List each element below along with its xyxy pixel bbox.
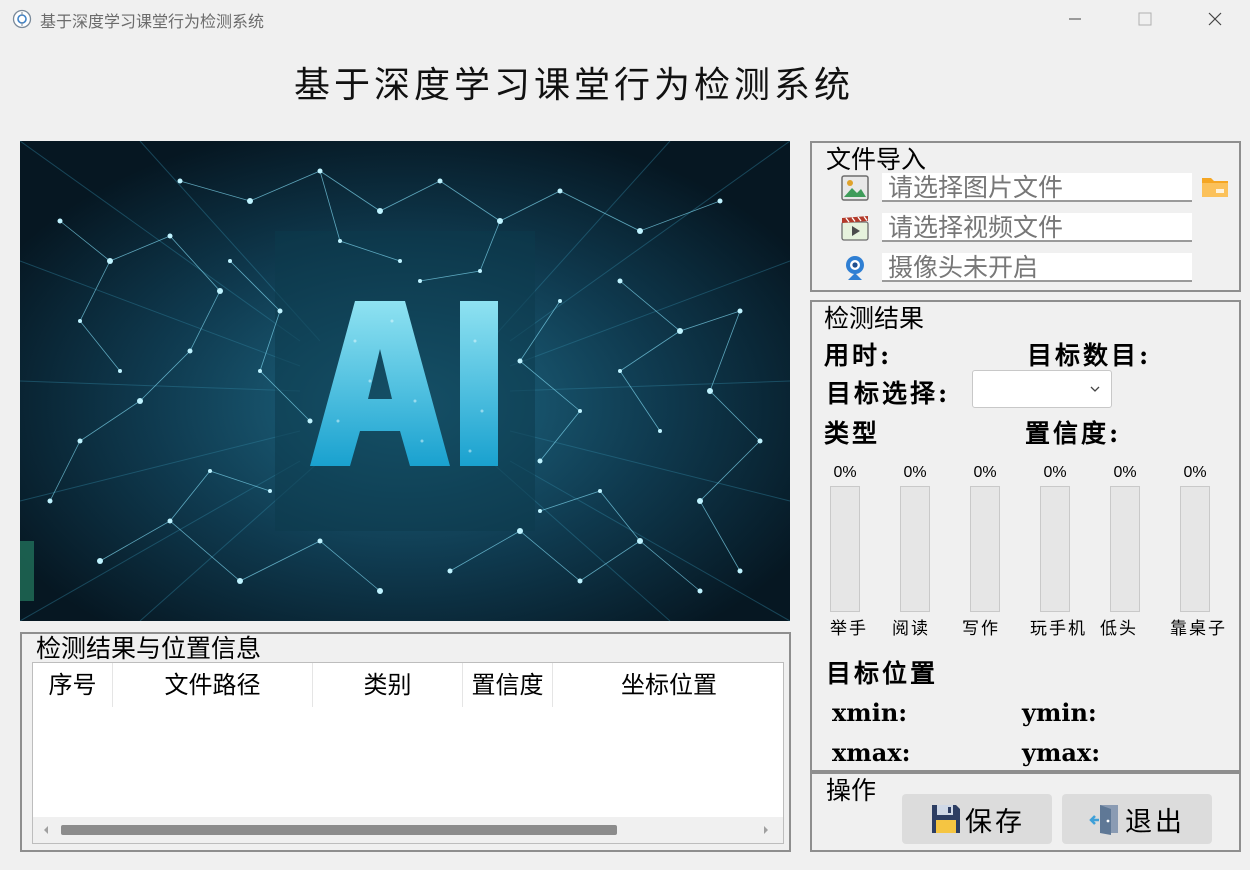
column-header-file-path[interactable]: 文件路径 xyxy=(113,663,313,707)
chevron-down-icon xyxy=(1090,386,1100,392)
column-header-confidence[interactable]: 置信度 xyxy=(463,663,553,707)
column-header-class[interactable]: 类别 xyxy=(313,663,463,707)
maximize-icon xyxy=(1138,12,1152,26)
type-label: 类型 xyxy=(824,419,881,448)
webcam-icon[interactable] xyxy=(840,253,870,283)
open-folder-button[interactable] xyxy=(1200,171,1230,201)
ymax-label: ymax: xyxy=(1022,738,1101,767)
display-image xyxy=(20,141,790,621)
camera-status-field[interactable]: 摄像头未开启 xyxy=(882,253,1192,282)
save-icon xyxy=(932,805,960,833)
bar-percent: 0% xyxy=(833,464,857,481)
file-import-title: 文件导入 xyxy=(822,145,931,175)
camera-row xyxy=(840,253,870,283)
progress-track xyxy=(1110,486,1140,612)
detection-result-title: 检测结果 xyxy=(820,304,929,334)
progress-track xyxy=(830,486,860,612)
column-header-index[interactable]: 序号 xyxy=(33,663,113,707)
bar-percent: 0% xyxy=(903,464,927,481)
operations-group: 操作 保存 退出 xyxy=(810,772,1241,852)
folder-icon xyxy=(1202,178,1228,197)
results-table-group: 检测结果与位置信息 序号 文件路径 类别 置信度 坐标位置 xyxy=(20,632,791,852)
operations-title: 操作 xyxy=(822,776,881,806)
bar-percent: 0% xyxy=(1183,464,1207,481)
bar-label: 低头 xyxy=(1100,619,1138,639)
save-button[interactable]: 保存 xyxy=(902,794,1052,844)
bar-label: 写作 xyxy=(962,619,1000,639)
table-header: 序号 文件路径 类别 置信度 坐标位置 xyxy=(33,663,783,707)
bar-label: 举手 xyxy=(830,619,868,639)
bar-label: 阅读 xyxy=(892,619,930,639)
image-file-input[interactable]: 请选择图片文件 xyxy=(882,173,1192,202)
exit-door-icon xyxy=(1089,805,1118,835)
confidence-bars: 0% 举手 0% 阅读 0% 写作 0% 玩手机 0% 低头 0% 靠桌子 xyxy=(812,464,1243,640)
target-count-label: 目标数目: xyxy=(1027,341,1152,370)
bar-label: 靠桌子 xyxy=(1170,619,1227,639)
save-button-label: 保存 xyxy=(965,806,1025,838)
app-logo-icon xyxy=(12,9,32,29)
bar-percent: 0% xyxy=(973,464,997,481)
progress-track xyxy=(1180,486,1210,612)
column-header-coordinates[interactable]: 坐标位置 xyxy=(553,663,783,707)
maximize-button[interactable] xyxy=(1110,0,1180,38)
bar-label: 玩手机 xyxy=(1030,619,1087,639)
ymin-label: ymin: xyxy=(1022,698,1097,727)
video-file-row xyxy=(840,213,870,243)
results-table-title: 检测结果与位置信息 xyxy=(32,634,266,664)
close-icon xyxy=(1208,12,1222,26)
scrollbar-thumb[interactable] xyxy=(61,825,617,835)
progress-track xyxy=(1040,486,1070,612)
time-label: 用时: xyxy=(824,341,893,370)
xmax-label: xmax: xyxy=(832,738,911,767)
xmin-label: xmin: xyxy=(832,698,908,727)
exit-button[interactable]: 退出 xyxy=(1062,794,1212,844)
progress-track xyxy=(970,486,1000,612)
confidence-label: 置信度: xyxy=(1025,419,1122,448)
minimize-icon xyxy=(1069,18,1081,20)
image-file-row xyxy=(840,173,870,203)
window-title: 基于深度学习课堂行为检测系统 xyxy=(40,12,265,31)
ai-network-illustration xyxy=(20,141,790,621)
page-title: 基于深度学习课堂行为检测系统 xyxy=(294,65,855,106)
scroll-left-icon[interactable] xyxy=(39,823,53,837)
file-import-group: 文件导入 请选择图片文件 请选择视频文件 摄像头未开启 xyxy=(810,141,1241,292)
target-select-dropdown[interactable] xyxy=(972,370,1112,408)
scroll-right-icon[interactable] xyxy=(759,823,773,837)
results-table[interactable]: 序号 文件路径 类别 置信度 坐标位置 xyxy=(32,662,784,844)
progress-track xyxy=(900,486,930,612)
close-button[interactable] xyxy=(1180,0,1250,38)
bar-percent: 0% xyxy=(1113,464,1137,481)
title-bar: 基于深度学习课堂行为检测系统 xyxy=(0,0,1250,38)
target-position-title: 目标位置 xyxy=(826,659,939,688)
horizontal-scrollbar[interactable] xyxy=(33,817,783,843)
minimize-button[interactable] xyxy=(1040,0,1110,38)
video-icon[interactable] xyxy=(840,213,870,243)
exit-button-label: 退出 xyxy=(1125,806,1185,838)
image-icon[interactable] xyxy=(840,173,870,203)
bar-percent: 0% xyxy=(1043,464,1067,481)
detection-result-group: 检测结果 用时: 目标数目: 目标选择: 类型 置信度: 0% 举手 0% 阅读… xyxy=(810,300,1241,772)
video-file-input[interactable]: 请选择视频文件 xyxy=(882,213,1192,242)
target-select-label: 目标选择: xyxy=(826,379,951,408)
